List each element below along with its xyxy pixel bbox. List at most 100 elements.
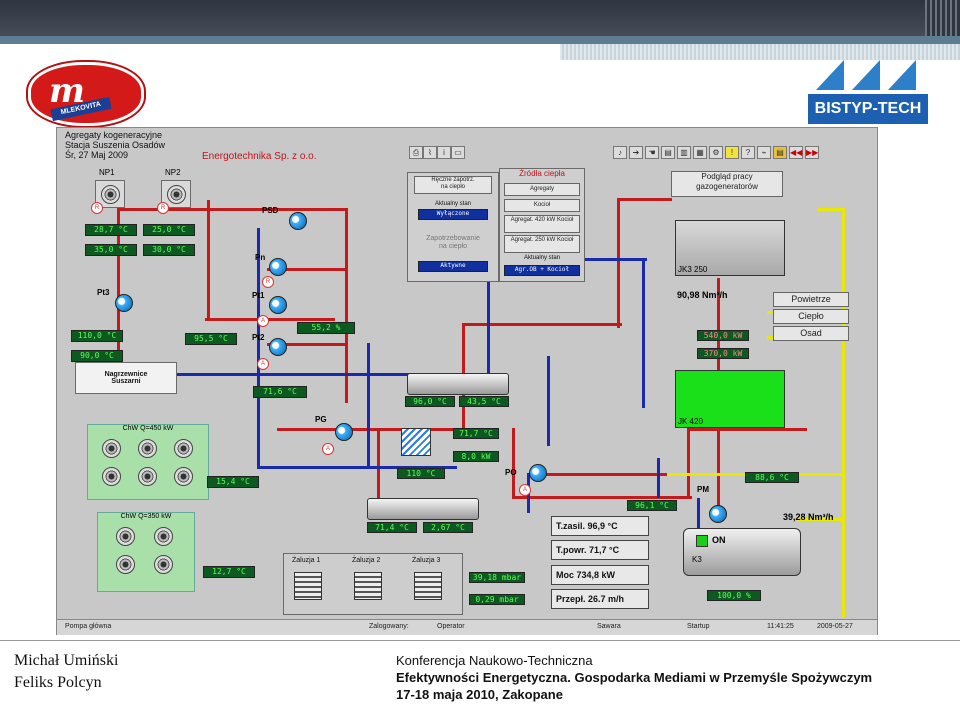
pump-pg[interactable] (335, 423, 353, 441)
save-icon[interactable]: ▤ (661, 146, 675, 159)
source-agregat420-button[interactable]: Agregat. 420 kW Kocioł (504, 215, 580, 233)
tank-jk250[interactable]: JK3 250 (675, 220, 785, 276)
scada-title-line: Agregaty kogeneracyjne (65, 130, 163, 140)
temp-left1: 110,0 °C (71, 330, 123, 342)
source-kociol-button[interactable]: Kocioł (504, 199, 580, 212)
temp-chw2: 12,7 °C (203, 566, 255, 578)
temp-np1: 28,7 °C (85, 224, 137, 236)
alarm-icon[interactable]: R (157, 202, 169, 214)
heat-exchanger[interactable] (401, 428, 431, 456)
pump-pt1[interactable] (269, 296, 287, 314)
status-item: Zalogowany: (369, 623, 409, 630)
mlekovita-logo: m MLEKOVITA (28, 62, 144, 126)
pump-pn[interactable] (269, 258, 287, 276)
collector-top (407, 373, 509, 395)
readout-label: T.zasil. (556, 521, 586, 531)
readout-value: 734,8 kW (576, 570, 616, 580)
louver-icon[interactable] (294, 572, 322, 600)
flow2-value: 39,28 Nm³/h (783, 512, 834, 522)
next-icon[interactable]: ▶▶ (805, 146, 819, 159)
collector-bottom (367, 498, 479, 520)
fan-icon[interactable] (102, 439, 121, 458)
moc-real: 370,0 kW (697, 348, 749, 359)
alarm-icon[interactable]: A (257, 358, 269, 370)
pump-psd[interactable] (289, 212, 307, 230)
arrow-icon[interactable]: ➔ (629, 146, 643, 159)
side-powietrze-button[interactable]: Powietrze (773, 292, 849, 307)
zapotrz-label: Zapotrzebowanie na ciepło (408, 235, 498, 251)
source-state-value: Agr.OB + Kocioł (504, 265, 580, 276)
pump-po[interactable] (529, 464, 547, 482)
zapotrz-value: Aktywne (418, 261, 488, 272)
hand-icon[interactable]: ☚ (645, 146, 659, 159)
louver-icon[interactable] (354, 572, 382, 600)
alarm-icon[interactable]: A (519, 484, 531, 496)
conference-name: Konferencja Naukowo-Techniczna (396, 653, 593, 668)
fan-icon[interactable] (138, 467, 157, 486)
zapotrz-line: na ciepło (438, 243, 468, 250)
readout-tpowr: T.powr. 71,7 °C (551, 540, 649, 560)
source-agregat250-button[interactable]: Agregat. 250 kW Kocioł (504, 235, 580, 253)
fan-icon (167, 185, 186, 204)
side-osad-button[interactable]: Osad (773, 326, 849, 341)
zapotrz-line: Zapotrzebowanie (426, 235, 480, 242)
on-indicator (696, 535, 708, 547)
table-icon[interactable]: ▦ (693, 146, 707, 159)
pump-pt3[interactable] (115, 294, 133, 312)
zaluzja-label: Żaluzja 2 (352, 557, 381, 564)
status-label: Aktualny stan (434, 201, 472, 207)
readout-label: Moc (556, 570, 574, 580)
temp-o: 96,1 °C (627, 500, 677, 511)
pump-tool-icon[interactable]: ♪ (613, 146, 627, 159)
press1: 39,18 mbar (469, 572, 525, 583)
chw1-panel: ChW Q=450 kW (87, 424, 209, 500)
fan-icon[interactable] (154, 527, 173, 546)
status-item: 11:41:25 (767, 623, 794, 630)
chart-icon[interactable]: ⌇ (423, 146, 437, 159)
print-icon[interactable]: ⎙ (409, 146, 423, 159)
boiler-k3[interactable]: ON K3 (683, 528, 801, 576)
scada-title: Agregaty kogeneracyjne Stacja Suszenia O… (65, 130, 165, 160)
author-name: Michał Umiński (14, 652, 119, 669)
pump-pm[interactable] (709, 505, 727, 523)
pump-pt2[interactable] (269, 338, 287, 356)
manual-demand-button[interactable]: Ręczne zapotrz. na ciepło (414, 176, 492, 194)
louver-icon[interactable] (414, 572, 442, 600)
alarm-icon[interactable]: R (91, 202, 103, 214)
fan-icon[interactable] (116, 555, 135, 574)
prev-icon[interactable]: ◀◀ (789, 146, 803, 159)
temp-k3-in: 71,4 °C (367, 522, 417, 533)
alarm-icon[interactable]: R (262, 276, 274, 288)
tank-jk250-label: JK3 250 (678, 265, 708, 274)
source-agregaty-button[interactable]: Agregaty (504, 183, 580, 196)
scada-date: Śr, 27 Maj 2009 (65, 150, 129, 160)
flow1-value: 90,98 Nm³/h (677, 290, 728, 300)
chw1-label: ChW Q=450 kW (122, 425, 174, 432)
trend-icon[interactable]: ⌁ (757, 146, 771, 159)
side-cieplo-button[interactable]: Ciepło (773, 309, 849, 324)
info-icon[interactable]: i (437, 146, 451, 159)
psd-label: PSD (262, 206, 279, 215)
report-icon[interactable]: ▥ (677, 146, 691, 159)
bistyp-tech-logo-text: BISTYP-TECH (808, 94, 928, 124)
tank-jk420[interactable]: JK 420 (675, 370, 785, 428)
alarm-icon[interactable]: A (322, 443, 334, 455)
help-icon[interactable]: ? (741, 146, 755, 159)
scada-firm: Energotechnika Sp. z o.o. (202, 151, 317, 162)
status-item: Startup (687, 623, 710, 630)
status-item: Pompa główna (65, 623, 112, 630)
warning-icon[interactable]: ! (725, 146, 739, 159)
temp-kotla: 88,6 °C (745, 472, 799, 483)
fan-icon[interactable] (102, 467, 121, 486)
fan-icon[interactable] (154, 555, 173, 574)
fan-icon[interactable] (174, 439, 193, 458)
gas-generator-view-button[interactable]: Podgląd pracy gazogeneratorów (671, 171, 783, 197)
alarm-list-icon[interactable]: ▤ (773, 146, 787, 159)
fan-icon[interactable] (174, 467, 193, 486)
window-icon[interactable]: ▭ (451, 146, 465, 159)
fan-icon[interactable] (116, 527, 135, 546)
alarm-icon[interactable]: A (257, 315, 269, 327)
fan-icon[interactable] (138, 439, 157, 458)
settings-icon[interactable]: ⚙ (709, 146, 723, 159)
heat-sources-title: Źródła ciepła (519, 169, 565, 178)
